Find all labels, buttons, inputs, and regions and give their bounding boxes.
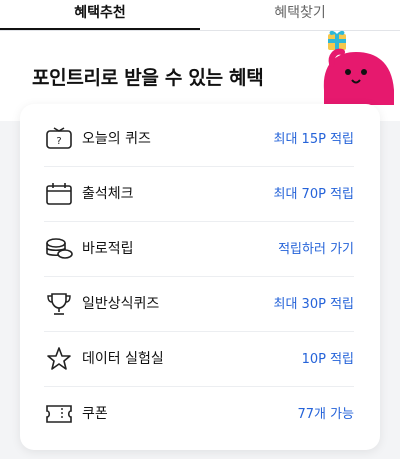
star-icon (47, 347, 71, 370)
benefit-label: 일반상식퀴즈 (82, 296, 160, 312)
benefit-row-instant-earn[interactable]: 바로적립 적립하러 가기 (44, 222, 354, 277)
svg-text:?: ? (56, 136, 61, 147)
benefit-label: 데이터 실험실 (82, 351, 164, 367)
benefit-label: 오늘의 퀴즈 (82, 131, 151, 147)
calendar-icon (46, 183, 72, 205)
mascot-gift-illustration (323, 30, 394, 105)
page-title: 포인트리로 받을 수 있는 혜택 (32, 67, 264, 89)
benefit-action-link[interactable]: 최대 70P 적립 (274, 183, 355, 202)
benefit-row-data-lab[interactable]: 데이터 실험실 10P 적립 (44, 332, 354, 387)
tab-benefit-search[interactable]: 혜택찾기 (200, 0, 400, 30)
coins-icon (46, 238, 73, 259)
benefit-row-coupon[interactable]: 쿠폰 77개 가능 (44, 387, 354, 441)
benefit-action-link[interactable]: 77개 가능 (297, 403, 354, 422)
benefit-action-link[interactable]: 적립하러 가기 (278, 238, 354, 257)
benefit-label: 출석체크 (82, 186, 134, 202)
coupon-icon (46, 405, 72, 423)
benefit-row-general-quiz[interactable]: 일반상식퀴즈 최대 30P 적립 (44, 277, 354, 332)
trophy-icon (47, 293, 71, 315)
benefit-label: 바로적립 (82, 241, 134, 257)
benefit-action-link[interactable]: 최대 30P 적립 (274, 293, 355, 312)
benefit-row-today-quiz[interactable]: ? 오늘의 퀴즈 최대 15P 적립 (44, 112, 354, 167)
quiz-tv-icon: ? (46, 127, 72, 149)
tab-bar: 혜택추천 혜택찾기 (0, 0, 400, 31)
benefit-label: 쿠폰 (82, 406, 108, 422)
benefit-action-link[interactable]: 10P 적립 (302, 348, 354, 367)
benefits-card: ? 오늘의 퀴즈 최대 15P 적립 출석체크 최대 70P 적립 바로적립 적… (20, 104, 380, 450)
benefit-action-link[interactable]: 최대 15P 적립 (274, 128, 355, 147)
benefit-row-attendance[interactable]: 출석체크 최대 70P 적립 (44, 167, 354, 222)
gift-icon (328, 30, 346, 50)
tab-benefit-recommend[interactable]: 혜택추천 (0, 0, 200, 30)
